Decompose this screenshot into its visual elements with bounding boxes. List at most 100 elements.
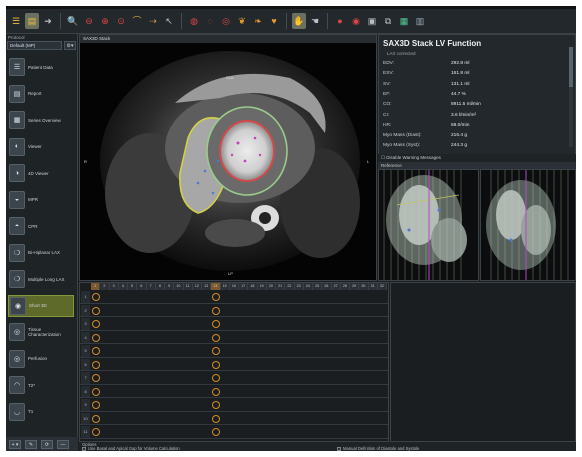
contour-marker-icon[interactable] — [211, 387, 220, 396]
save-icon[interactable]: ▣ — [365, 13, 379, 29]
phase-column-header[interactable]: 26 — [322, 283, 332, 290]
slice-row[interactable]: 5 — [80, 345, 388, 358]
phase-column-header[interactable]: 13 — [202, 283, 212, 290]
phase-column-header[interactable]: 27 — [331, 283, 341, 290]
slice-row[interactable]: 6 — [80, 358, 388, 371]
workflow-item-biplanar-lax[interactable]: ❍ Bi-Hiplanar LAX — [8, 242, 74, 264]
contour-marker-icon[interactable] — [211, 374, 220, 382]
contour-marker-icon[interactable] — [211, 401, 220, 409]
document-icon[interactable]: ▤ — [25, 13, 39, 29]
phase-column-header[interactable]: 7 — [146, 283, 156, 290]
phase-column-header[interactable]: 11 — [183, 283, 193, 290]
contour-marker-icon[interactable] — [211, 414, 220, 423]
phase-column-header[interactable]: 15 — [220, 283, 230, 290]
phase-column-header[interactable]: 23 — [294, 283, 304, 290]
contour-marker-icon[interactable] — [91, 293, 100, 301]
app-menu-icon[interactable]: ☰ — [9, 13, 23, 29]
phase-column-header[interactable]: 31 — [368, 283, 378, 290]
reference-lax-view-2[interactable] — [480, 169, 576, 281]
export-icon[interactable]: ⧉ — [381, 13, 395, 29]
contour-marker-icon[interactable] — [91, 401, 100, 409]
contour-marker-icon[interactable] — [211, 320, 220, 328]
target-icon[interactable]: ◉ — [349, 13, 363, 29]
contour-marker-icon[interactable] — [91, 428, 100, 436]
workflow-item-tissue[interactable]: ◎ Tissue Characterization — [8, 321, 74, 343]
zoom-minus-icon[interactable]: ⊖ — [82, 13, 96, 29]
phase-column-header[interactable]: 18 — [248, 283, 258, 290]
workflow-item-series-overview[interactable]: ▦ Series Overview — [8, 109, 74, 131]
phase-column-header[interactable]: 14 — [211, 283, 221, 290]
slice-row[interactable]: 11 — [80, 426, 388, 439]
pointer-icon[interactable]: ↖ — [162, 13, 176, 29]
arrow-right-icon[interactable]: ➜ — [41, 13, 55, 29]
phase-column-header[interactable]: 16 — [229, 283, 239, 290]
arrow-tool-icon[interactable]: ⇢ — [146, 13, 160, 29]
contour-marker-icon[interactable] — [211, 360, 220, 369]
phase-slice-grid[interactable]: 1 2 3 4 5 6 7 8 9 10 11 12 13 14 15 16 17 18 19 20 21 22 23 24 2… — [79, 282, 389, 442]
workflow-item-short-3d[interactable]: ◉ Short 3D — [8, 294, 74, 317]
contour-marker-icon[interactable] — [91, 374, 100, 382]
heart-both-icon[interactable]: ♥ — [267, 13, 281, 29]
workflow-item-t2star[interactable]: ◠ T2* — [8, 374, 74, 396]
workflow-item-patient-data[interactable]: ☰ Patient Data — [8, 56, 74, 78]
contour-marker-icon[interactable] — [211, 347, 220, 355]
workflow-item-perfusion[interactable]: ◎ Perfusion — [8, 348, 74, 370]
slice-row[interactable]: 1 — [80, 291, 388, 304]
phase-column-header[interactable]: 8 — [155, 283, 165, 290]
slice-row[interactable]: 8 — [80, 385, 388, 398]
contour-marker-icon[interactable] — [91, 347, 100, 355]
scrollbar-thumb[interactable] — [569, 47, 573, 87]
report-icon[interactable]: ▥ — [413, 13, 427, 29]
phase-column-header[interactable]: 24 — [303, 283, 313, 290]
workflow-item-mpr[interactable]: ◒ MPR — [8, 189, 74, 211]
mri-image[interactable]: SLA R LP L — [80, 43, 376, 280]
zoom-region-icon[interactable]: ⊙ — [114, 13, 128, 29]
contour-marker-icon[interactable] — [91, 333, 100, 342]
protocol-menu-button[interactable]: ⚙▾ — [64, 41, 76, 50]
phase-column-header[interactable]: 3 — [109, 283, 119, 290]
contour-marker-icon[interactable] — [211, 293, 220, 301]
record-icon[interactable]: ● — [333, 13, 347, 29]
workflow-item-report[interactable]: ▤ Report — [8, 83, 74, 105]
slice-row[interactable]: 3 — [80, 318, 388, 331]
zoom-icon[interactable]: 🔍 — [66, 13, 80, 29]
phase-column-header[interactable]: 32 — [377, 283, 387, 290]
measure-icon[interactable]: ⌒ — [130, 13, 144, 29]
slice-row[interactable]: 7 — [80, 372, 388, 385]
slice-row[interactable]: 2 — [80, 304, 388, 317]
contour-marker-icon[interactable] — [91, 320, 100, 328]
edit-protocol-button[interactable]: ✎ — [25, 439, 37, 449]
workflow-item-t1[interactable]: ◡ T1 — [8, 401, 74, 423]
phase-column-header[interactable]: 9 — [165, 283, 175, 290]
layout-icon[interactable]: ▦ — [397, 13, 411, 29]
contour-edit-icon[interactable]: ◌ — [203, 13, 217, 29]
hand-icon[interactable]: ☚ — [308, 13, 322, 29]
sax3d-viewer[interactable]: SAX3D Stack SLA R LP L — [79, 34, 377, 281]
phase-column-header[interactable]: 17 — [239, 283, 249, 290]
slice-row[interactable]: 9 — [80, 399, 388, 412]
basal-apical-gap-checkbox[interactable] — [82, 446, 86, 451]
slice-row[interactable]: 4 — [80, 331, 388, 344]
contour-marker-icon[interactable] — [91, 306, 100, 315]
contour-marker-icon[interactable] — [91, 414, 100, 423]
contour-marker-icon[interactable] — [211, 306, 220, 315]
phase-column-header[interactable]: 1 — [91, 283, 101, 290]
phase-column-header[interactable]: 5 — [128, 283, 138, 290]
contour-icon[interactable]: ◍ — [187, 13, 201, 29]
phase-column-header[interactable]: 12 — [192, 283, 202, 290]
phase-column-header[interactable]: 29 — [350, 283, 360, 290]
protocol-select[interactable]: Default (MP) — [7, 41, 62, 50]
phase-column-header[interactable]: 6 — [137, 283, 147, 290]
phase-column-header[interactable]: 20 — [266, 283, 276, 290]
slice-row[interactable]: 10 — [80, 412, 388, 425]
contour-marker-icon[interactable] — [211, 428, 220, 436]
add-protocol-button[interactable]: + ▾ — [9, 439, 21, 449]
phase-column-header[interactable]: 28 — [340, 283, 350, 290]
contour-marker-icon[interactable] — [211, 333, 220, 342]
workflow-item-viewer[interactable]: ◐ Viewer — [8, 136, 74, 158]
remove-protocol-button[interactable]: — — [57, 439, 69, 449]
phase-column-header[interactable]: 22 — [285, 283, 295, 290]
phase-column-header[interactable]: 25 — [313, 283, 323, 290]
contour-marker-icon[interactable] — [91, 387, 100, 396]
zoom-fit-icon[interactable]: ⊕ — [98, 13, 112, 29]
